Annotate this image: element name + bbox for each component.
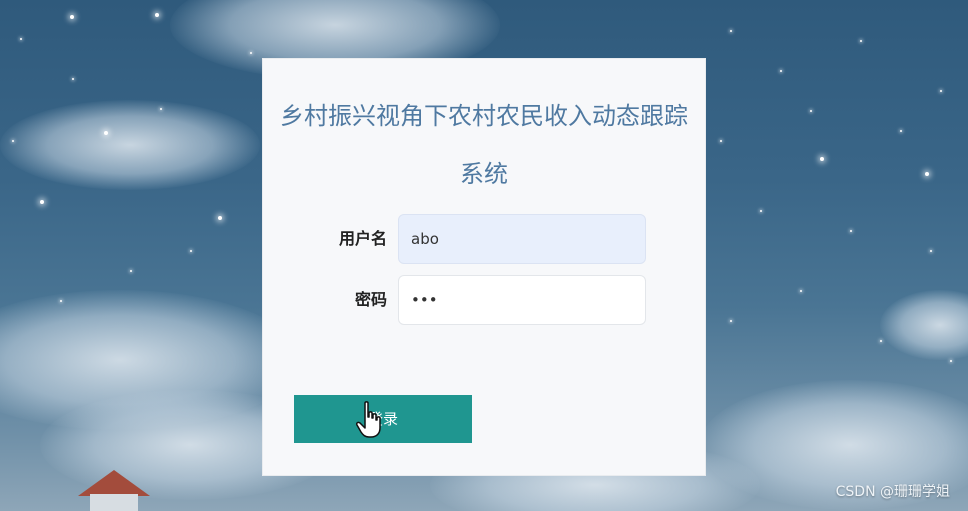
star [720,140,722,142]
star [730,30,732,32]
username-label: 用户名 [338,229,387,248]
cloud [880,290,968,360]
login-card: 乡村振兴视角下农村农民收入动态跟踪系统 用户名 abo 密码 ••• 登录 [262,58,706,476]
watermark-text: CSDN @珊珊学姐 [835,484,950,500]
star [950,360,952,362]
star [160,108,162,110]
system-title: 乡村振兴视角下农村农民收入动态跟踪系统 [280,102,688,188]
star [880,340,882,342]
star [860,40,862,42]
star [850,230,852,232]
house-wall [90,494,138,511]
star [800,290,802,292]
star [730,320,732,322]
star [70,15,74,19]
star [810,110,812,112]
star [12,140,14,142]
star [218,216,222,220]
star [925,172,929,176]
star [940,90,942,92]
star [60,300,62,302]
star [250,52,252,54]
star [780,70,782,72]
star [190,250,192,252]
password-row: 密码 ••• [263,275,705,325]
star [820,157,824,161]
star [900,130,902,132]
star [72,78,74,80]
hand-pointer-cursor-icon [356,401,381,438]
cloud [0,100,260,190]
password-label: 密码 [354,290,387,309]
star [155,13,159,17]
star [760,210,762,212]
star [930,250,932,252]
star [40,200,44,204]
house-roof [78,470,150,496]
username-input[interactable]: abo [398,214,646,264]
star [130,270,132,272]
password-input[interactable]: ••• [398,275,646,325]
star [20,38,22,40]
star [104,131,108,135]
username-row: 用户名 abo [263,214,705,264]
